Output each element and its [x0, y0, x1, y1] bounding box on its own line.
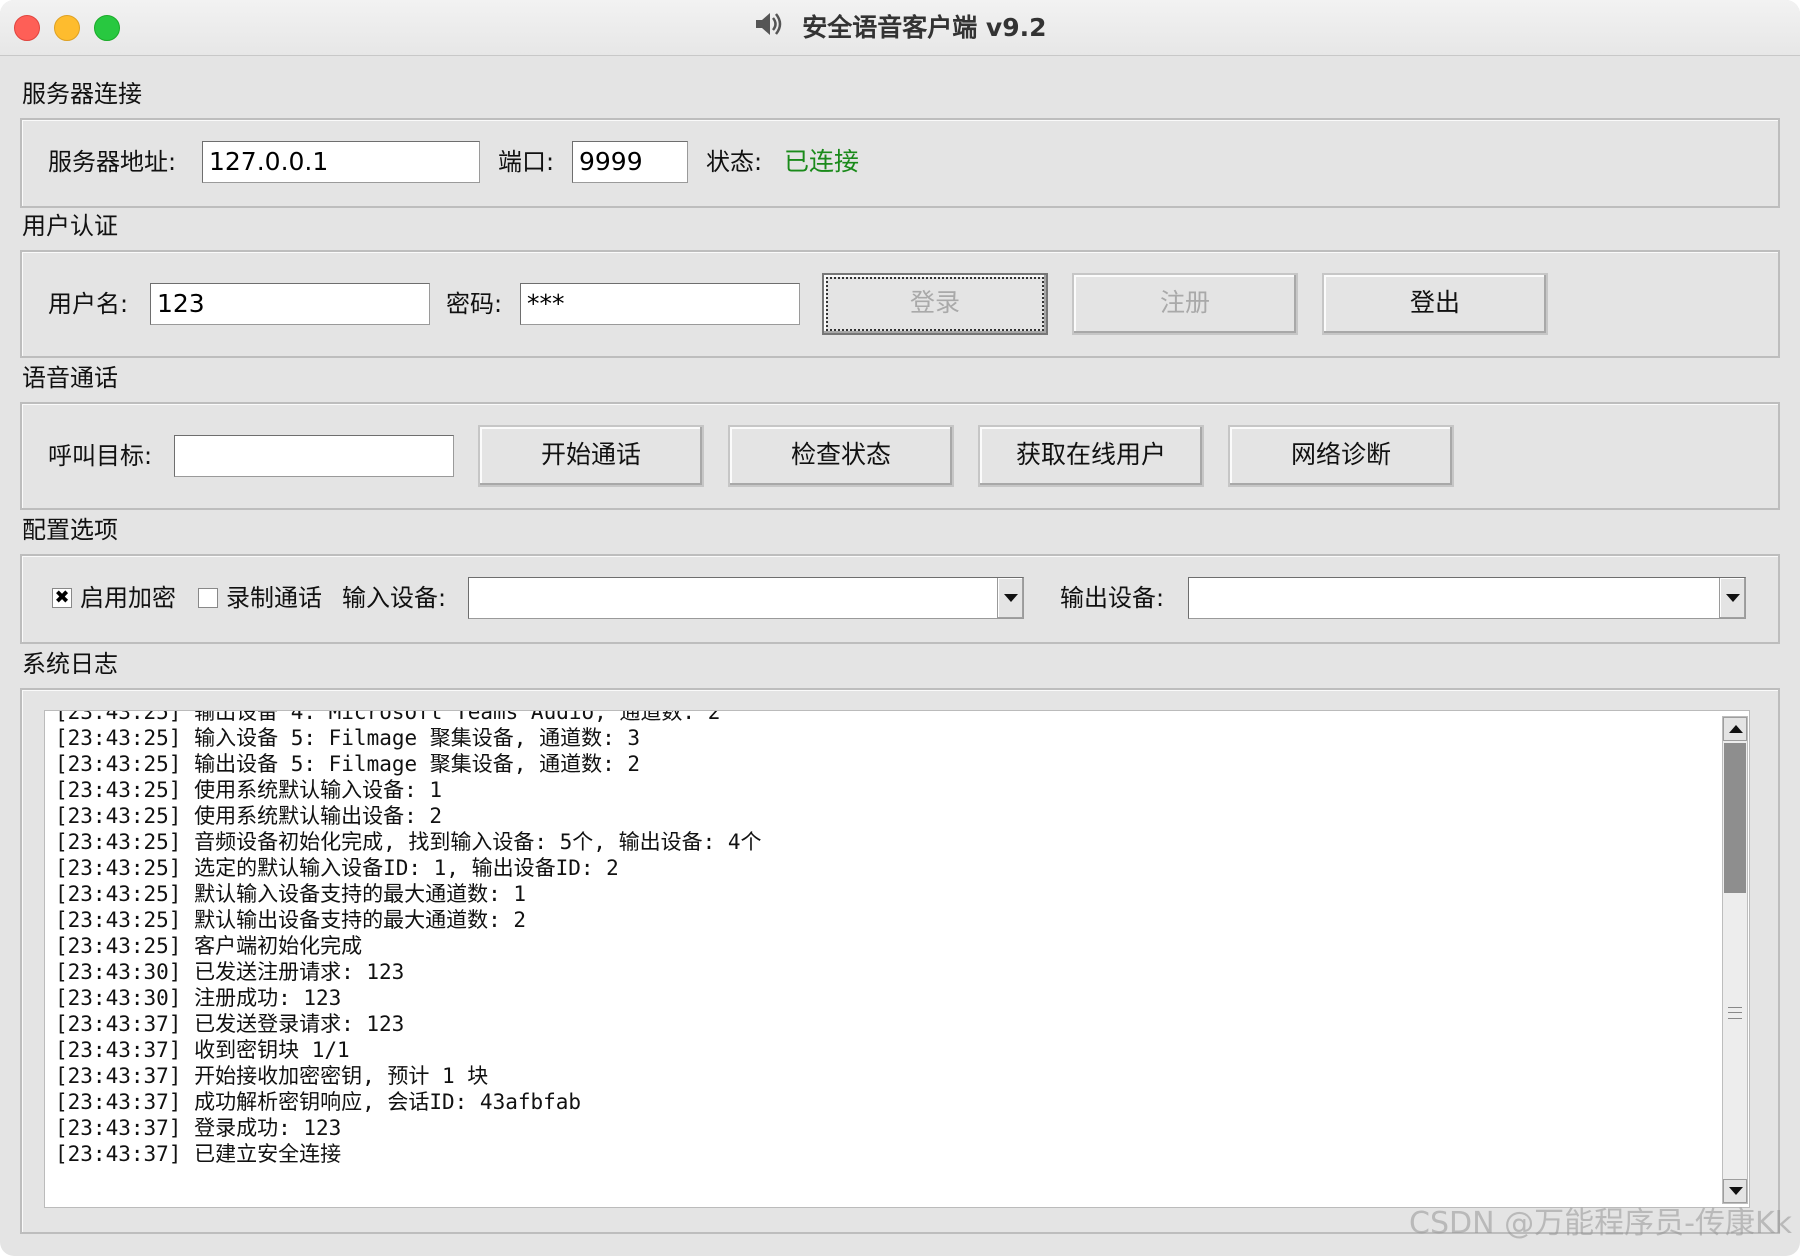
username-input[interactable]: 123 — [150, 283, 430, 325]
log-line: [23:43:25] 输入设备 5: Filmage 聚集设备, 通道数: 3 — [55, 726, 641, 750]
watermark: CSDN @万能程序员-传康Kk — [1409, 1206, 1792, 1241]
log-line: [23:43:25] 音频设备初始化完成, 找到输入设备: 5个, 输出设备: … — [55, 830, 762, 854]
log-line: [23:43:37] 已建立安全连接 — [55, 1142, 342, 1166]
encrypt-label: 启用加密 — [80, 584, 176, 612]
check-status-button[interactable]: 检查状态 — [728, 425, 954, 487]
log-line: [23:43:37] 开始接收加密密钥, 预计 1 块 — [55, 1064, 489, 1088]
scroll-up-icon[interactable] — [1723, 717, 1747, 741]
output-device-select[interactable] — [1188, 577, 1746, 619]
record-label: 录制通话 — [226, 584, 322, 612]
encrypt-checkbox[interactable]: ✖ — [52, 588, 72, 608]
password-label: 密码: — [446, 290, 503, 318]
system-log-textarea[interactable]: [23:43:25] 输出设备 4: Microsoft Teams Audio… — [44, 710, 1750, 1208]
register-button[interactable]: 注册 — [1072, 273, 1298, 335]
scroll-grip-icon — [1728, 1007, 1742, 1019]
log-line: [23:43:37] 收到密钥块 1/1 — [55, 1038, 350, 1062]
auth-section-title: 用户认证 — [22, 212, 118, 240]
username-label: 用户名: — [48, 290, 129, 318]
title-bar: 安全语音客户端 v9.2 — [0, 0, 1800, 56]
input-device-label: 输入设备: — [342, 584, 447, 612]
log-line: [23:43:25] 默认输出设备支持的最大通道数: 2 — [55, 908, 527, 932]
auth-group: 用户名: 123 密码: *** 登录 注册 登出 — [20, 250, 1780, 358]
log-line: [23:43:37] 登录成功: 123 — [55, 1116, 342, 1140]
server-address-input[interactable]: 127.0.0.1 — [202, 141, 480, 183]
log-line: [23:43:25] 输出设备 5: Filmage 聚集设备, 通道数: 2 — [55, 752, 641, 776]
connection-status-value: 已连接 — [784, 147, 860, 176]
config-group: ✖ 启用加密 录制通话 输入设备: 输出设备: — [20, 554, 1780, 644]
server-group: 服务器地址: 127.0.0.1 端口: 9999 状态: 已连接 — [20, 118, 1780, 208]
start-call-button[interactable]: 开始通话 — [478, 425, 704, 487]
speaker-icon — [753, 10, 783, 48]
log-line: [23:43:37] 成功解析密钥响应, 会话ID: 43afbfab — [55, 1090, 582, 1114]
window-title-wrap: 安全语音客户端 v9.2 — [0, 10, 1800, 48]
call-target-label: 呼叫目标: — [48, 442, 153, 470]
log-line: [23:43:30] 注册成功: 123 — [55, 986, 342, 1010]
server-address-label: 服务器地址: — [48, 148, 177, 176]
log-scrollbar[interactable] — [1722, 716, 1748, 1204]
log-line: [23:43:25] 客户端初始化完成 — [55, 934, 363, 958]
input-device-select[interactable] — [468, 577, 1024, 619]
call-target-input[interactable] — [174, 435, 454, 477]
scrollbar-thumb[interactable] — [1724, 743, 1746, 893]
login-button[interactable]: 登录 — [822, 273, 1048, 335]
port-label: 端口: — [498, 148, 555, 176]
network-diagnostics-button[interactable]: 网络诊断 — [1228, 425, 1454, 487]
log-line: [23:43:25] 默认输入设备支持的最大通道数: 1 — [55, 882, 527, 906]
port-input[interactable]: 9999 — [572, 141, 688, 183]
output-device-label: 输出设备: — [1060, 584, 1165, 612]
log-line: [23:43:25] 输出设备 4: Microsoft Teams Audio… — [55, 710, 721, 724]
status-label: 状态: — [706, 148, 763, 176]
log-line: [23:43:25] 使用系统默认输出设备: 2 — [55, 804, 443, 828]
get-online-users-button[interactable]: 获取在线用户 — [978, 425, 1204, 487]
logout-button[interactable]: 登出 — [1322, 273, 1548, 335]
log-line: [23:43:25] 选定的默认输入设备ID: 1, 输出设备ID: 2 — [55, 856, 619, 880]
password-input[interactable]: *** — [520, 283, 800, 325]
call-section-title: 语音通话 — [22, 364, 118, 392]
window-title: 安全语音客户端 v9.2 — [802, 13, 1047, 42]
log-section-title: 系统日志 — [22, 650, 118, 678]
chevron-down-icon[interactable] — [1719, 578, 1745, 618]
log-line: [23:43:30] 已发送注册请求: 123 — [55, 960, 405, 984]
chevron-down-icon[interactable] — [997, 578, 1023, 618]
call-group: 呼叫目标: 开始通话 检查状态 获取在线用户 网络诊断 — [20, 402, 1780, 510]
log-line: [23:43:37] 已发送登录请求: 123 — [55, 1012, 405, 1036]
config-section-title: 配置选项 — [22, 516, 118, 544]
log-lines: [23:43:25] 输出设备 4: Microsoft Teams Audio… — [55, 710, 762, 1167]
record-checkbox[interactable] — [198, 588, 218, 608]
app-window: 安全语音客户端 v9.2 服务器连接 服务器地址: 127.0.0.1 端口: … — [0, 0, 1800, 1256]
log-line: [23:43:25] 使用系统默认输入设备: 1 — [55, 778, 443, 802]
server-section-title: 服务器连接 — [22, 80, 142, 108]
